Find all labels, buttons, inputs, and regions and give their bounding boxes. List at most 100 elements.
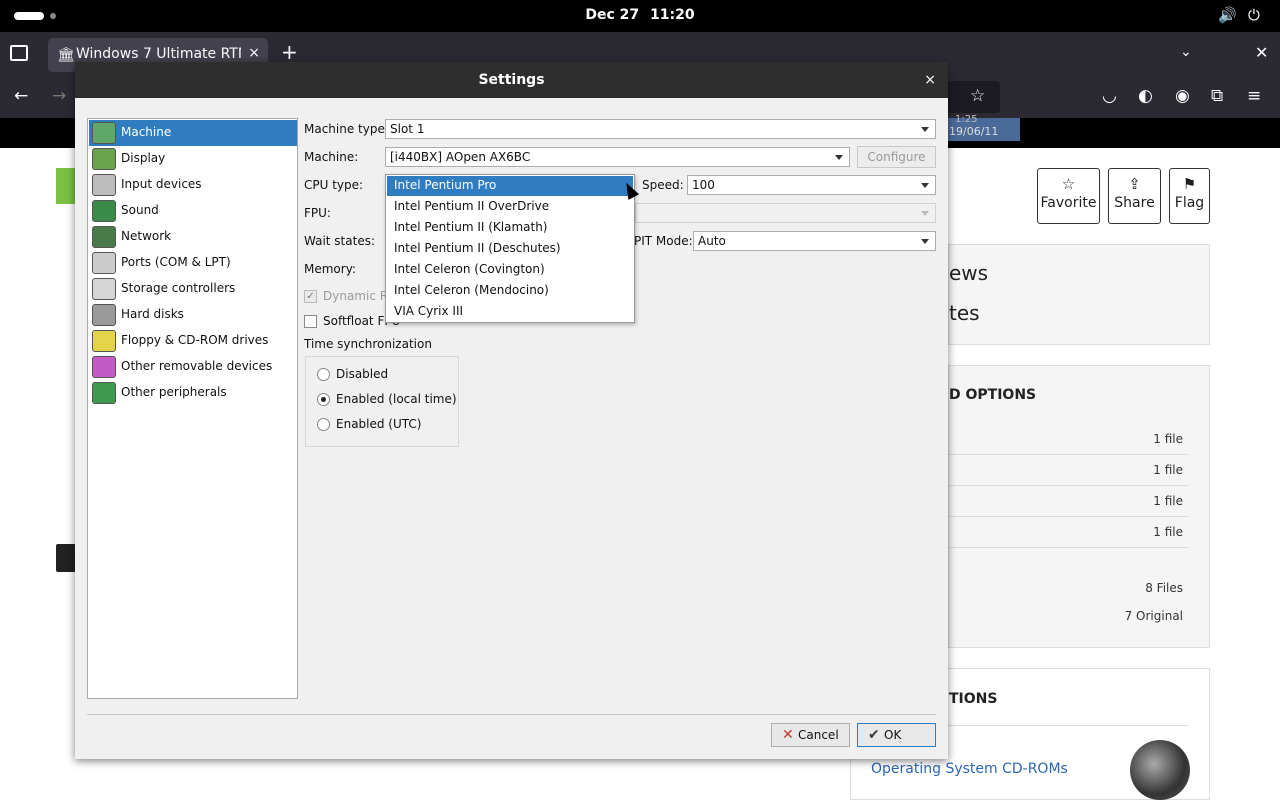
dialog-close-icon[interactable]: × (924, 62, 936, 98)
sidebar-item-ports[interactable]: Ports (COM & LPT) (89, 250, 297, 276)
configure-button[interactable]: Configure (857, 146, 936, 168)
tab-list-icon[interactable] (10, 45, 28, 61)
time-sync-disabled-radio[interactable] (317, 368, 330, 381)
page-logo-fragment (56, 168, 76, 204)
forward-icon[interactable]: → (52, 86, 66, 106)
memory-label: Memory: (304, 262, 356, 276)
pocket-icon[interactable]: ◡ (1102, 86, 1117, 106)
volume-icon[interactable]: 🔊 (1218, 6, 1237, 24)
account-icon[interactable]: ◉ (1175, 86, 1190, 106)
list-all-tabs-icon[interactable]: ⌄ (1180, 44, 1192, 60)
bookmark-star-icon[interactable]: ☆ (970, 86, 985, 106)
cpu-option[interactable]: Intel Pentium II (Deschutes) (387, 239, 633, 259)
storage-icon (92, 278, 116, 300)
share-button[interactable]: ⇪ Share (1108, 168, 1161, 224)
time-sync-disabled-label: Disabled (336, 367, 389, 381)
pit-mode-label: PIT Mode: (634, 234, 693, 248)
new-tab-icon[interactable]: + (281, 40, 298, 64)
thumbnail-time: 1:25 (955, 114, 978, 125)
floppy-cdrom-icon (92, 330, 116, 352)
cpu-option[interactable]: Intel Pentium II OverDrive (387, 197, 633, 217)
sidebar-item-removable-devices[interactable]: Other removable devices (89, 354, 297, 380)
extensions-icon[interactable]: ⧉ (1211, 86, 1223, 106)
chevron-down-icon (921, 183, 929, 188)
download-row[interactable]: 1 file (949, 455, 1189, 486)
sidebar-item-network[interactable]: Network (89, 224, 297, 250)
time-sync-utc-label: Enabled (UTC) (336, 417, 422, 431)
cpu-type-dropdown-list: Intel Pentium Pro Intel Pentium II OverD… (385, 174, 635, 323)
time-sync-utc-radio[interactable] (317, 418, 330, 431)
network-icon (92, 226, 116, 248)
speed-select[interactable]: 100 (687, 175, 936, 195)
sidebar-item-floppy-cdrom[interactable]: Floppy & CD-ROM drives (89, 328, 297, 354)
pit-mode-select[interactable]: Auto (693, 231, 936, 251)
sidebar-item-sound[interactable]: Sound (89, 198, 297, 224)
clock-time: 11:20 (650, 7, 695, 23)
back-icon[interactable]: ← (14, 86, 28, 106)
sidebar-item-display[interactable]: Display (89, 146, 297, 172)
cancel-button[interactable]: ✕ Cancel (771, 723, 850, 747)
time-sync-local-radio[interactable] (317, 393, 330, 406)
dynamic-recompiler-checkbox[interactable]: ✓ (304, 290, 317, 303)
sidebar-item-machine[interactable]: Machine (89, 120, 297, 146)
wait-states-label: Wait states: (304, 234, 375, 248)
original-files[interactable]: 7 Original (1125, 609, 1183, 623)
sidebar-item-label: Machine (121, 125, 172, 139)
keyboard-icon (92, 174, 116, 196)
chevron-down-icon (921, 211, 929, 216)
total-files[interactable]: 8 Files (1145, 581, 1183, 595)
sync-icon[interactable]: ◐ (1138, 86, 1153, 106)
fpu-select[interactable] (635, 203, 936, 223)
system-top-bar: Dec 27 11:20 🔊 ⏻ (0, 0, 1280, 32)
removable-icon (92, 356, 116, 378)
flag-label: Flag (1174, 195, 1205, 211)
cpu-option[interactable]: VIA Cyrix III (387, 302, 633, 322)
display-icon (92, 148, 116, 170)
machine-type-select[interactable]: Slot 1 (385, 119, 936, 139)
download-row[interactable]: 1 file (949, 486, 1189, 517)
sidebar-item-input-devices[interactable]: Input devices (89, 172, 297, 198)
cpu-option[interactable]: Intel Celeron (Covington) (387, 260, 633, 280)
sidebar-item-other-peripherals[interactable]: Other peripherals (89, 380, 297, 406)
collection-thumbnail[interactable] (1130, 740, 1190, 800)
cpu-type-label: CPU type: (304, 178, 364, 192)
collection-link[interactable]: Operating System CD-ROMs (871, 761, 1068, 777)
peripherals-icon (92, 382, 116, 404)
favorite-button[interactable]: ☆ Favorite (1037, 168, 1100, 224)
sidebar-item-label: Floppy & CD-ROM drives (121, 333, 269, 347)
download-options-heading: D OPTIONS (949, 387, 1037, 403)
star-icon: ☆ (1061, 175, 1076, 193)
sidebar-item-label: Ports (COM & LPT) (121, 255, 231, 269)
comment-icon[interactable] (56, 544, 76, 572)
cpu-option[interactable]: Intel Pentium Pro (387, 176, 633, 196)
sidebar-item-hard-disks[interactable]: Hard disks (89, 302, 297, 328)
window-close-icon[interactable]: ✕ (1255, 43, 1268, 62)
ok-check-icon: ✔ (868, 727, 880, 743)
chevron-down-icon (835, 155, 843, 160)
ok-button[interactable]: ✔ OK (857, 723, 936, 747)
share-icon: ⇪ (1128, 175, 1141, 193)
cpu-option[interactable]: Intel Pentium II (Klamath) (387, 218, 633, 238)
machine-select[interactable]: [i440BX] AOpen AX6BC (385, 147, 850, 167)
video-thumbnail[interactable]: 1:25 19/06/11 (945, 114, 1020, 141)
sidebar-item-label: Display (121, 151, 166, 165)
dialog-separator (87, 714, 936, 715)
share-label: Share (1114, 195, 1155, 211)
sidebar-item-label: Sound (121, 203, 159, 217)
chevron-down-icon (921, 239, 929, 244)
softfloat-fpu-checkbox[interactable] (304, 315, 317, 328)
clock[interactable]: Dec 27 11:20 (0, 7, 1280, 23)
clock-date: Dec 27 (585, 7, 640, 23)
download-row[interactable]: 1 file (949, 424, 1189, 455)
download-row[interactable]: 1 file (949, 517, 1189, 548)
sidebar-item-label: Input devices (121, 177, 202, 191)
cpu-option[interactable]: Intel Celeron (Mendocino) (387, 281, 633, 301)
ports-icon (92, 252, 116, 274)
sound-icon (92, 200, 116, 222)
time-sync-label: Time synchronization (304, 337, 432, 351)
menu-icon[interactable]: ≡ (1247, 86, 1261, 106)
flag-button[interactable]: ⚑ Flag (1169, 168, 1210, 224)
power-icon[interactable]: ⏻ (1248, 6, 1260, 24)
sidebar-item-storage-controllers[interactable]: Storage controllers (89, 276, 297, 302)
tab-close-icon[interactable]: × (248, 45, 260, 61)
